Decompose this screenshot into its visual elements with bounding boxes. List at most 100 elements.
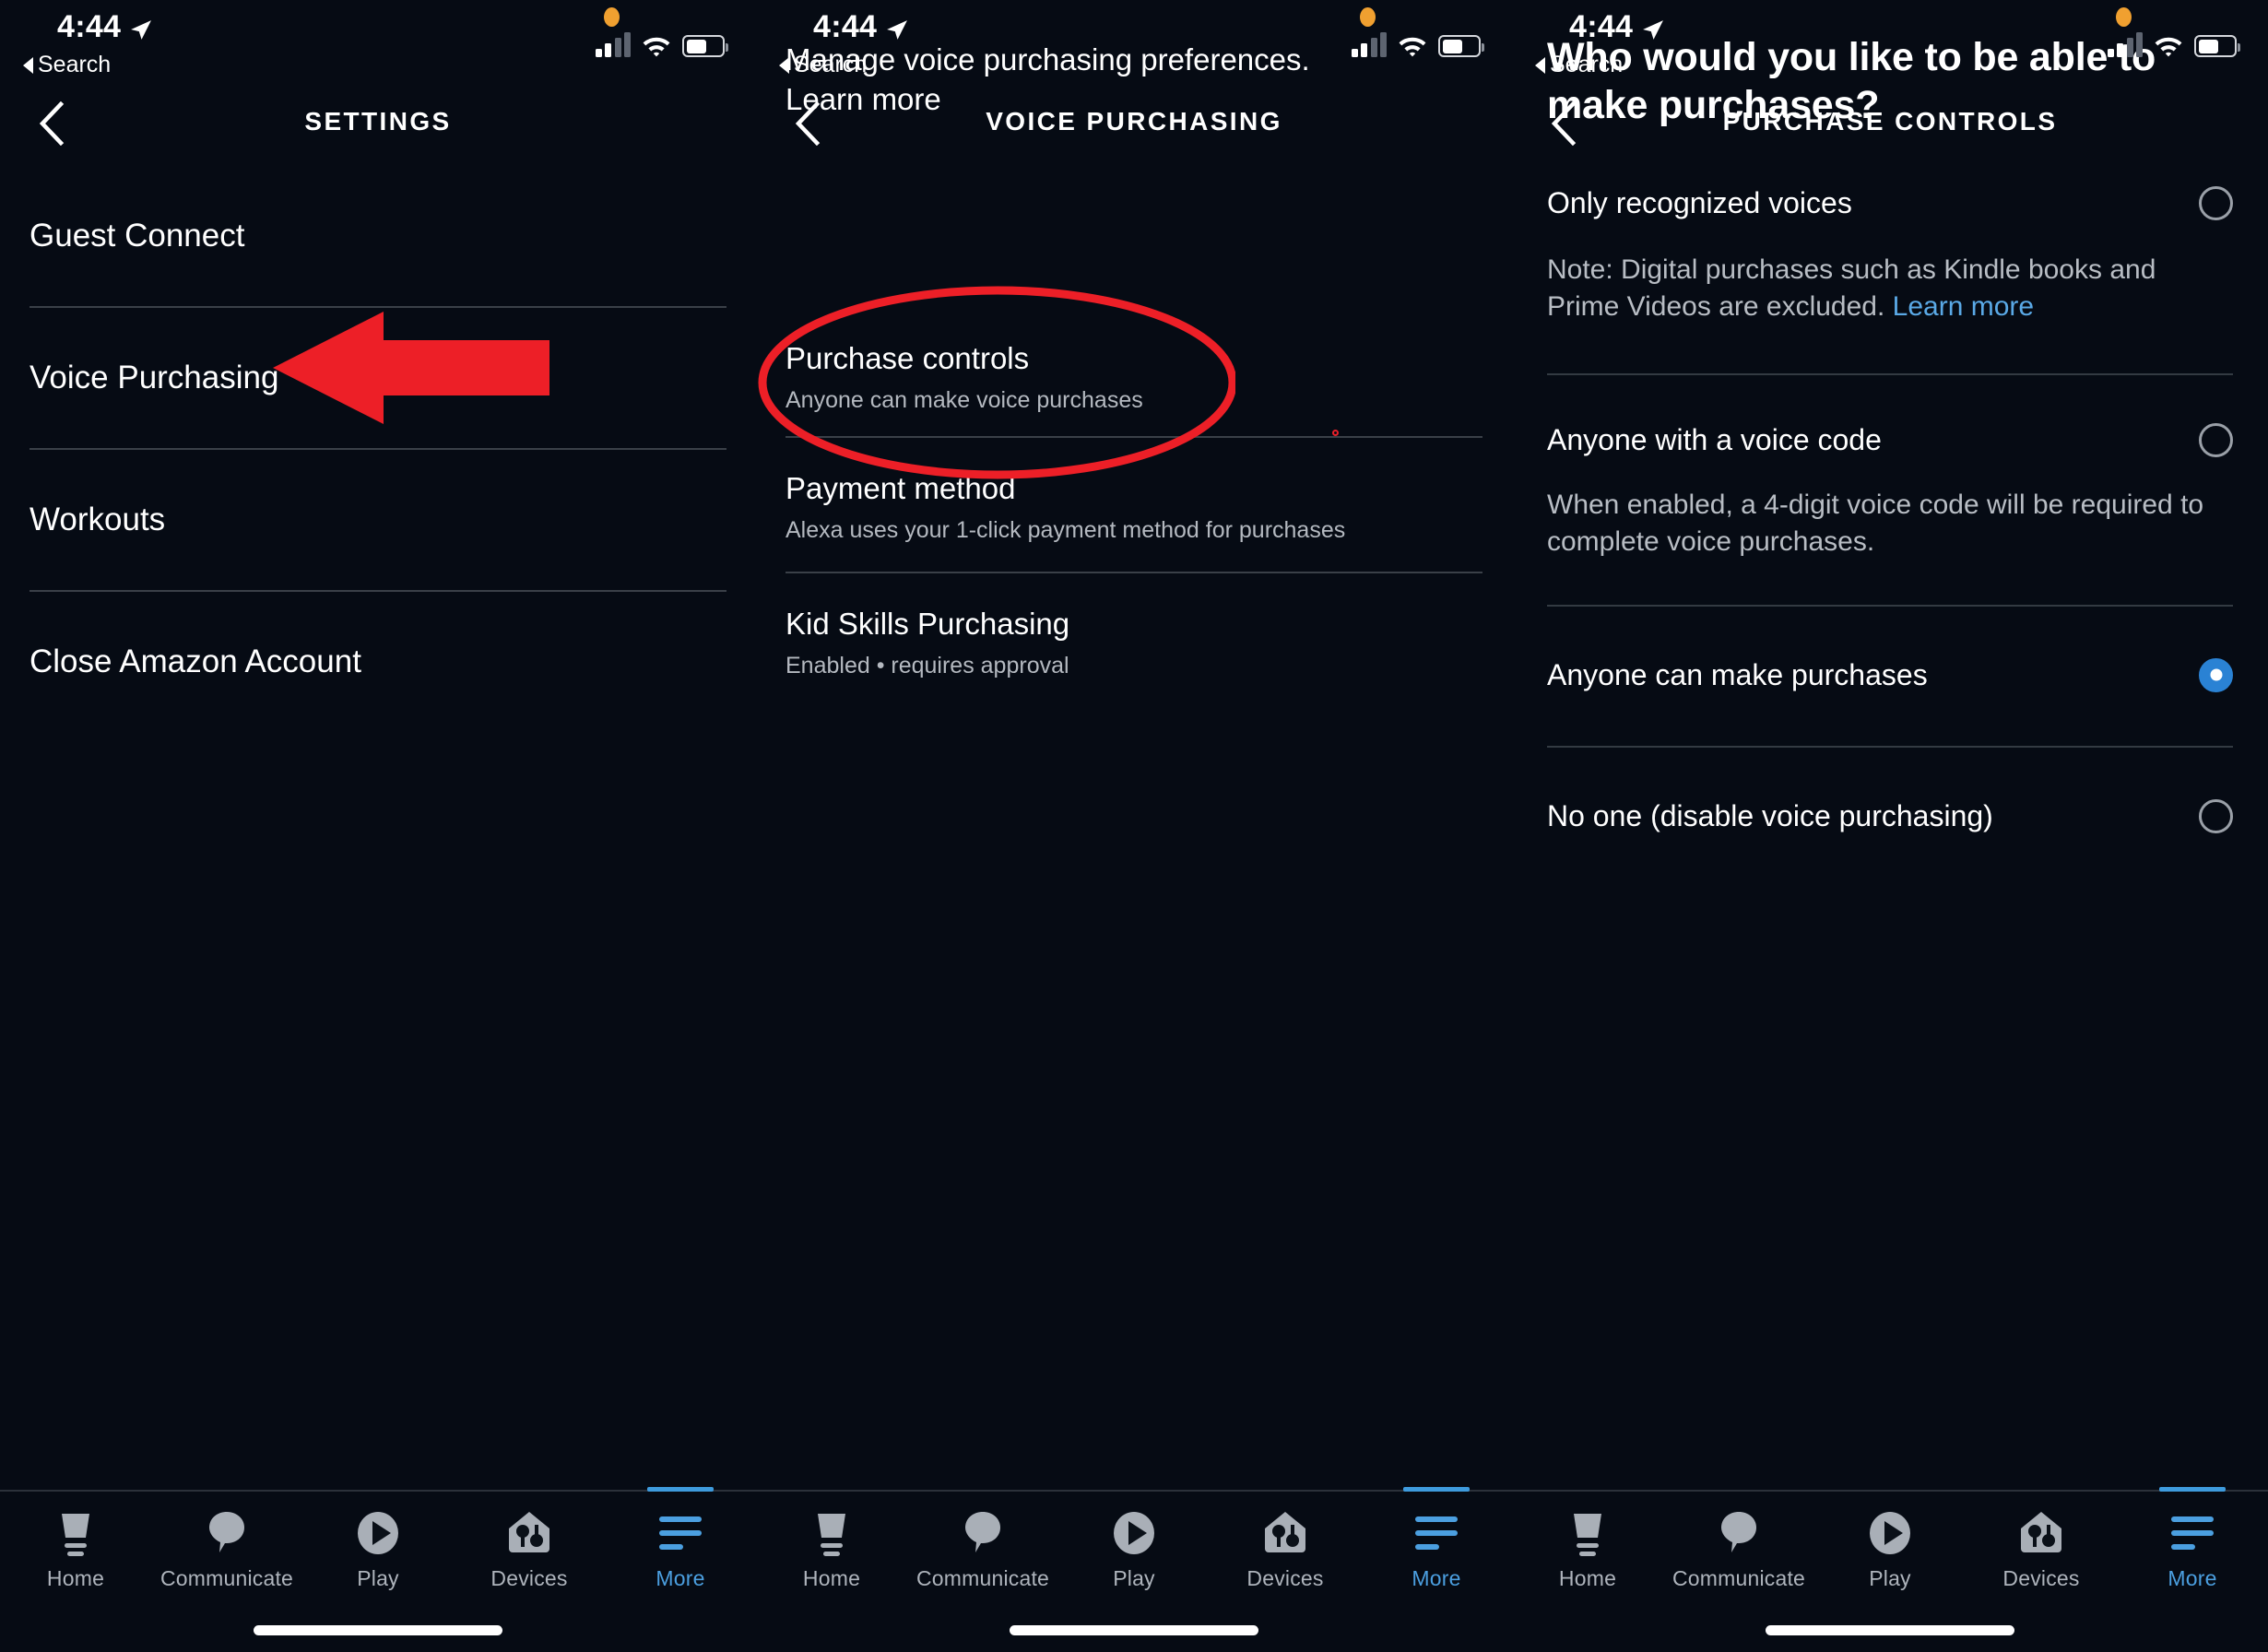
list-item-label: Close Amazon Account <box>30 643 361 680</box>
learn-more-link[interactable]: Learn more <box>1893 291 2034 322</box>
tab-devices[interactable]: Devices <box>1966 1492 2117 1606</box>
status-bar-back-label: Search <box>794 52 868 77</box>
wifi-icon <box>2153 33 2184 57</box>
status-bar-time-group: 4:44 <box>813 9 908 45</box>
tab-communicate[interactable]: Communicate <box>1663 1492 1814 1606</box>
home-indicator <box>1766 1625 2014 1635</box>
hamburger-menu-icon <box>2168 1508 2216 1558</box>
tab-label: Home <box>46 1566 105 1590</box>
tab-label: Home <box>802 1566 861 1590</box>
nav-bar-purchase-controls: PURCHASE CONTROLS <box>1512 88 2268 159</box>
option-note-text: Note: Digital purchases such as Kindle b… <box>1547 254 2156 322</box>
status-bar-time: 4:44 <box>813 9 878 44</box>
radio-button[interactable] <box>2199 798 2233 833</box>
play-circle-icon <box>1866 1508 1914 1558</box>
orange-dot-indicator <box>1360 7 1376 27</box>
tab-more[interactable]: More <box>2117 1492 2268 1606</box>
list-item-subtitle: Anyone can make voice purchases <box>786 387 1143 414</box>
list-item-subtitle: Alexa uses your 1-click payment method f… <box>786 517 1346 543</box>
cellular-signal-icon <box>1351 31 1387 57</box>
status-bar-time: 4:44 <box>1569 9 1634 44</box>
status-bar: 4:44 Search <box>0 0 756 88</box>
divider <box>1547 745 2233 748</box>
option-label: Anyone can make purchases <box>1547 657 1928 691</box>
option-no-one-disable[interactable]: No one (disable voice purchasing) <box>1512 798 2268 833</box>
tab-more[interactable]: More <box>605 1492 756 1606</box>
hamburger-menu-icon <box>656 1508 704 1558</box>
option-note-text: When enabled, a 4-digit voice code will … <box>1547 489 2204 557</box>
divider <box>1547 604 2233 607</box>
option-only-recognized-voices[interactable]: Only recognized voices <box>1512 186 2268 221</box>
radio-button[interactable] <box>2199 422 2233 457</box>
panel-purchase-controls: 4:44 Search PURCHASE CONTROLS Who would … <box>1512 0 2268 1652</box>
tab-label: Play <box>1869 1566 1911 1590</box>
echo-device-icon <box>52 1508 100 1558</box>
option-note: Note: Digital purchases such as Kindle b… <box>1512 252 2268 325</box>
play-circle-icon <box>354 1508 402 1558</box>
status-bar-time: 4:44 <box>57 9 122 44</box>
voice-purchasing-list: Purchase controls Anyone can make voice … <box>756 326 1512 680</box>
status-bar-indicators <box>2107 26 2240 57</box>
status-bar-back-label: Search <box>1550 52 1624 77</box>
sidebar-item-guest-connect[interactable]: Guest Connect <box>0 166 756 306</box>
tab-home[interactable]: Home <box>1512 1492 1663 1606</box>
location-arrow-icon <box>129 14 152 40</box>
radio-button-selected[interactable] <box>2199 657 2233 692</box>
tab-communicate[interactable]: Communicate <box>151 1492 302 1606</box>
tab-communicate[interactable]: Communicate <box>907 1492 1058 1606</box>
tab-home[interactable]: Home <box>0 1492 151 1606</box>
list-item-payment-method[interactable]: Payment method Alexa uses your 1-click p… <box>756 438 1512 572</box>
purchase-controls-options: Only recognized voices Note: Digital pur… <box>1512 186 2268 833</box>
three-panel-screenshot-strip: 4:44 Search SETTINGS Guest Connect Voice… <box>0 0 2268 1652</box>
location-arrow-icon <box>885 14 908 40</box>
status-bar-back-to-search[interactable]: Search <box>779 52 867 78</box>
option-anyone-with-voice-code[interactable]: Anyone with a voice code <box>1512 422 2268 457</box>
tab-play[interactable]: Play <box>1058 1492 1210 1606</box>
list-item-subtitle: Enabled • requires approval <box>786 652 1069 678</box>
list-item-kid-skills-purchasing[interactable]: Kid Skills Purchasing Enabled • requires… <box>756 573 1512 681</box>
tab-play[interactable]: Play <box>1814 1492 1966 1606</box>
status-bar-back-label: Search <box>38 52 112 77</box>
list-item-purchase-controls[interactable]: Purchase controls Anyone can make voice … <box>756 326 1512 436</box>
cellular-signal-icon <box>595 31 631 57</box>
tab-label: Home <box>1558 1566 1617 1590</box>
divider <box>1547 372 2233 375</box>
tab-label: Communicate <box>159 1566 294 1590</box>
bottom-tab-bar: Home Communicate Play Devices More <box>0 1490 756 1652</box>
panel-settings: 4:44 Search SETTINGS Guest Connect Voice… <box>0 0 756 1652</box>
tab-devices[interactable]: Devices <box>454 1492 605 1606</box>
tab-label: Communicate <box>1671 1566 1806 1590</box>
option-label: No one (disable voice purchasing) <box>1547 798 1993 832</box>
sidebar-item-workouts[interactable]: Workouts <box>0 450 756 590</box>
hamburger-menu-icon <box>1412 1508 1460 1558</box>
page-title: PURCHASE CONTROLS <box>1722 107 2058 136</box>
list-item-label: Kid Skills Purchasing <box>786 606 1070 641</box>
list-item-label: Purchase controls <box>786 341 1030 375</box>
nav-bar-voice-purchasing: VOICE PURCHASING <box>756 88 1512 159</box>
wifi-icon <box>641 33 672 57</box>
option-anyone-can-make-purchases[interactable]: Anyone can make purchases <box>1512 657 2268 692</box>
tab-play[interactable]: Play <box>302 1492 454 1606</box>
red-dot-annotation <box>1332 430 1339 436</box>
tab-label: Devices <box>1246 1566 1324 1590</box>
settings-list: Guest Connect Voice Purchasing Workouts … <box>0 166 756 732</box>
tab-label: Communicate <box>915 1566 1050 1590</box>
sidebar-item-close-amazon-account[interactable]: Close Amazon Account <box>0 592 756 732</box>
play-circle-icon <box>1110 1508 1158 1558</box>
location-arrow-icon <box>1641 14 1664 40</box>
list-item-label: Workouts <box>30 502 166 538</box>
echo-device-icon <box>1564 1508 1612 1558</box>
tab-home[interactable]: Home <box>756 1492 907 1606</box>
radio-button[interactable] <box>2199 186 2233 221</box>
status-bar-time-group: 4:44 <box>57 9 152 45</box>
battery-icon <box>2194 35 2240 57</box>
panel-voice-purchasing: 4:44 Search VOICE PURCHASING Manage voic… <box>756 0 1512 1652</box>
status-bar-back-to-search[interactable]: Search <box>23 52 111 78</box>
tab-more[interactable]: More <box>1361 1492 1512 1606</box>
option-note: When enabled, a 4-digit voice code will … <box>1512 487 2268 560</box>
speech-bubble-icon <box>203 1508 251 1558</box>
status-bar-back-to-search[interactable]: Search <box>1535 52 1623 78</box>
status-bar: 4:44 Search <box>756 0 1512 88</box>
tab-devices[interactable]: Devices <box>1210 1492 1361 1606</box>
page-title: SETTINGS <box>304 107 452 136</box>
